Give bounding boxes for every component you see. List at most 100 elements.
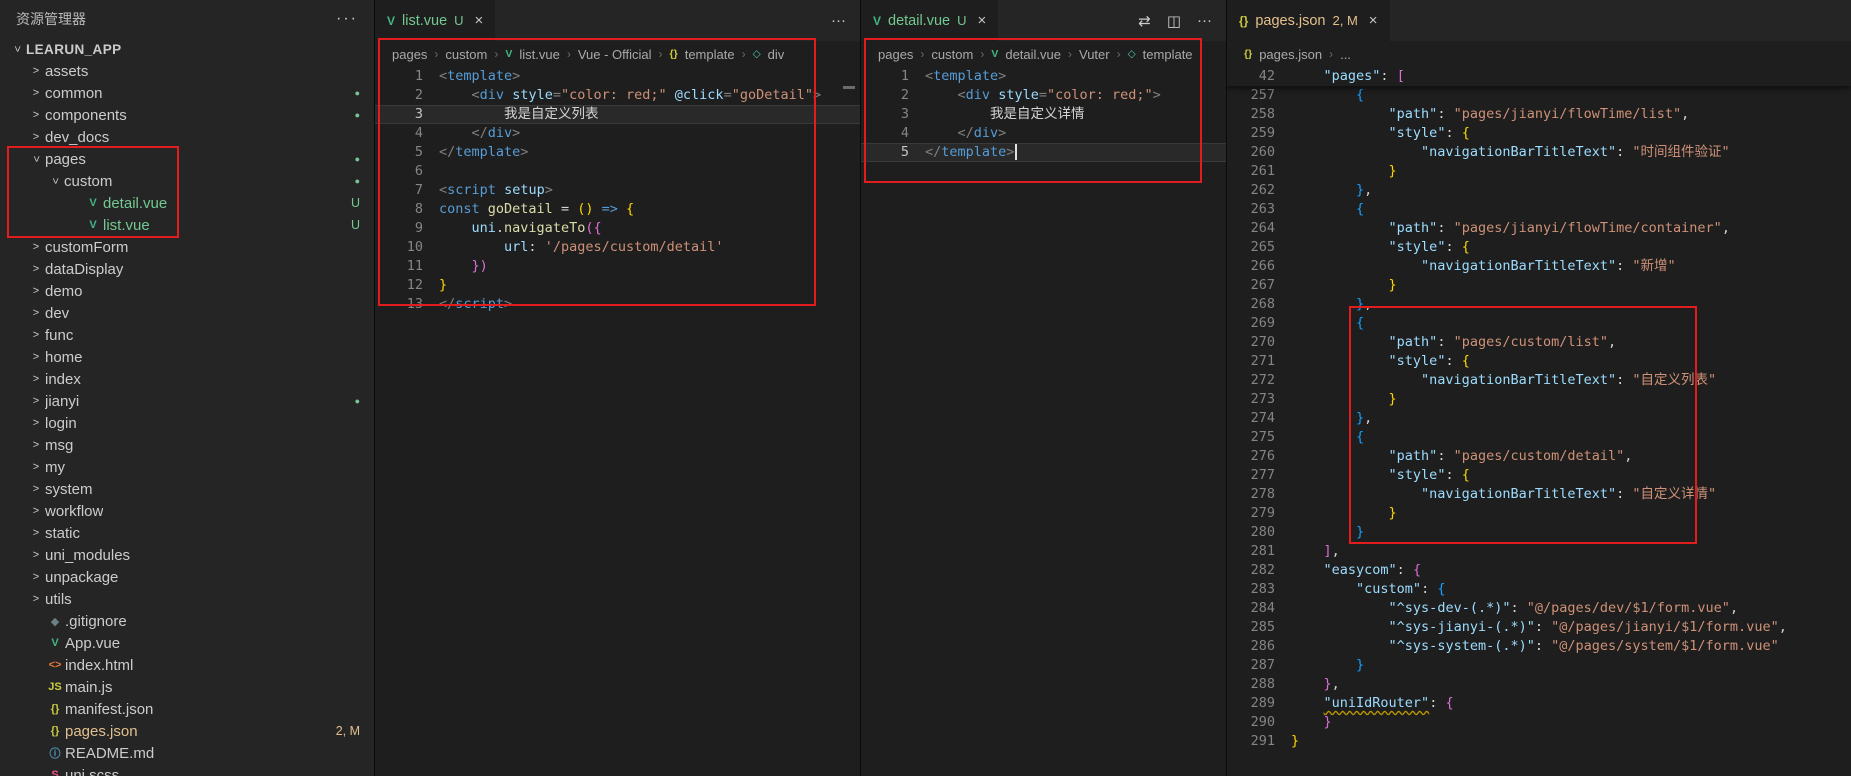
sidebar-item-jianyi[interactable]: >jianyi● — [0, 390, 374, 412]
breadcrumb[interactable]: pages›custom›Vlist.vue›Vue - Official›{}… — [375, 41, 860, 67]
code-line[interactable]: 3 我是自定义详情 — [861, 105, 1226, 124]
sidebar-item-assets[interactable]: >assets — [0, 60, 374, 82]
sidebar-item-datadisplay[interactable]: >dataDisplay — [0, 258, 374, 280]
sidebar-item-app.vue[interactable]: VApp.vue — [0, 632, 374, 654]
code-line[interactable]: 287 } — [1227, 656, 1851, 675]
code-line[interactable]: 8const goDetail = () => { — [375, 200, 860, 219]
code-line[interactable]: 271 "style": { — [1227, 352, 1851, 371]
breadcrumb-item[interactable]: Vuter — [1079, 47, 1110, 62]
code-line[interactable]: 278 "navigationBarTitleText": "自定义详情" — [1227, 485, 1851, 504]
code-line[interactable]: 5</template> — [861, 143, 1226, 162]
breadcrumb-item[interactable]: Vue - Official — [578, 47, 652, 62]
more-actions-icon[interactable]: ··· — [831, 12, 846, 29]
code-line[interactable]: 4 </div> — [375, 124, 860, 143]
code-line[interactable]: 291} — [1227, 732, 1851, 751]
sidebar-item-unpackage[interactable]: >unpackage — [0, 566, 374, 588]
code-line[interactable]: 1<template> — [861, 67, 1226, 86]
sidebar-item-home[interactable]: >home — [0, 346, 374, 368]
sidebar-item-common[interactable]: >common● — [0, 82, 374, 104]
breadcrumb-item[interactable]: template — [1143, 47, 1193, 62]
code-line[interactable]: 258 "path": "pages/jianyi/flowTime/list"… — [1227, 105, 1851, 124]
code-line[interactable]: 7<script setup> — [375, 181, 860, 200]
code-line[interactable]: 280 } — [1227, 523, 1851, 542]
sidebar-root-learun-app[interactable]: >LEARUN_APP — [0, 38, 374, 60]
code-line[interactable]: 275 { — [1227, 428, 1851, 447]
code-line[interactable]: 11 }) — [375, 257, 860, 276]
code-line[interactable]: 1<template> — [375, 67, 860, 86]
breadcrumb-item[interactable]: custom — [931, 47, 973, 62]
code-line[interactable]: 272 "navigationBarTitleText": "自定义列表" — [1227, 371, 1851, 390]
code-line[interactable]: 257 { — [1227, 86, 1851, 105]
sidebar-item-login[interactable]: >login — [0, 412, 374, 434]
code-line[interactable]: 2 <div style="color: red;"> — [861, 86, 1226, 105]
code-line[interactable]: 9 uni.navigateTo({ — [375, 219, 860, 238]
sidebar-item-manifest.json[interactable]: {}manifest.json — [0, 698, 374, 720]
tab-detail-vue[interactable]: Vdetail.vueU× — [861, 0, 999, 41]
sidebar-item-demo[interactable]: >demo — [0, 280, 374, 302]
code-line[interactable]: 279 } — [1227, 504, 1851, 523]
code-line[interactable]: 288 }, — [1227, 675, 1851, 694]
sidebar-item-func[interactable]: >func — [0, 324, 374, 346]
breadcrumb[interactable]: {}pages.json›... — [1227, 41, 1851, 67]
code-editor[interactable]: 1<template>2 <div style="color: red;" @c… — [375, 67, 860, 776]
more-actions-icon[interactable]: ··· — [1197, 12, 1212, 29]
split-editor-icon[interactable]: ◫ — [1167, 12, 1181, 30]
code-line[interactable]: 265 "style": { — [1227, 238, 1851, 257]
code-line[interactable]: 260 "navigationBarTitleText": "时间组件验证" — [1227, 143, 1851, 162]
sidebar-item-.gitignore[interactable]: ◆.gitignore — [0, 610, 374, 632]
code-line[interactable]: 261 } — [1227, 162, 1851, 181]
code-line[interactable]: 2 <div style="color: red;" @click="goDet… — [375, 86, 860, 105]
code-line[interactable]: 5</template> — [375, 143, 860, 162]
code-line[interactable]: 274 }, — [1227, 409, 1851, 428]
breadcrumb-item[interactable]: template — [685, 47, 735, 62]
code-line[interactable]: 284 "^sys-dev-(.*)": "@/pages/dev/$1/for… — [1227, 599, 1851, 618]
code-line[interactable]: 286 "^sys-system-(.*)": "@/pages/system/… — [1227, 637, 1851, 656]
code-editor[interactable]: 42 "pages": [257 {258 "path": "pages/jia… — [1227, 67, 1851, 776]
code-line[interactable]: 289 "uniIdRouter": { — [1227, 694, 1851, 713]
sidebar-item-components[interactable]: >components● — [0, 104, 374, 126]
code-line[interactable]: 270 "path": "pages/custom/list", — [1227, 333, 1851, 352]
code-line[interactable]: 6 — [375, 162, 860, 181]
breadcrumb-item[interactable]: ... — [1340, 47, 1351, 62]
sidebar-item-uni-modules[interactable]: >uni_modules — [0, 544, 374, 566]
code-line[interactable]: 282 "easycom": { — [1227, 561, 1851, 580]
open-changes-icon[interactable]: ⇄ — [1138, 12, 1151, 30]
sidebar-item-index.html[interactable]: <>index.html — [0, 654, 374, 676]
sidebar-item-detail.vue[interactable]: Vdetail.vueU — [0, 192, 374, 214]
breadcrumb-item[interactable]: pages.json — [1259, 47, 1322, 62]
sidebar-item-msg[interactable]: >msg — [0, 434, 374, 456]
code-line[interactable]: 3 我是自定义列表 — [375, 105, 860, 124]
sidebar-item-readme.md[interactable]: ⓘREADME.md — [0, 742, 374, 764]
close-icon[interactable]: × — [977, 12, 986, 29]
sidebar-item-customform[interactable]: >customForm — [0, 236, 374, 258]
code-line[interactable]: 268 }, — [1227, 295, 1851, 314]
breadcrumb-item[interactable]: pages — [878, 47, 913, 62]
code-editor[interactable]: 1<template>2 <div style="color: red;">3 … — [861, 67, 1226, 776]
sidebar-item-workflow[interactable]: >workflow — [0, 500, 374, 522]
code-line[interactable]: 10 url: '/pages/custom/detail' — [375, 238, 860, 257]
code-line[interactable]: 273 } — [1227, 390, 1851, 409]
sidebar-item-index[interactable]: >index — [0, 368, 374, 390]
sidebar-item-uni.scss[interactable]: Suni.scss — [0, 764, 374, 776]
code-line[interactable]: 42 "pages": [ — [1227, 67, 1851, 86]
more-actions-icon[interactable]: ··· — [336, 10, 358, 28]
breadcrumb-item[interactable]: div — [768, 47, 785, 62]
breadcrumb-item[interactable]: list.vue — [519, 47, 559, 62]
code-line[interactable]: 290 } — [1227, 713, 1851, 732]
tab-pages-json[interactable]: {}pages.json2, M× — [1227, 0, 1391, 41]
breadcrumb-item[interactable]: detail.vue — [1005, 47, 1061, 62]
code-line[interactable]: 13</script> — [375, 295, 860, 314]
sidebar-item-pages.json[interactable]: {}pages.json2, M — [0, 720, 374, 742]
sidebar-item-system[interactable]: >system — [0, 478, 374, 500]
code-line[interactable]: 283 "custom": { — [1227, 580, 1851, 599]
sidebar-item-my[interactable]: >my — [0, 456, 374, 478]
code-line[interactable]: 276 "path": "pages/custom/detail", — [1227, 447, 1851, 466]
sidebar-item-list.vue[interactable]: Vlist.vueU — [0, 214, 374, 236]
code-line[interactable]: 4 </div> — [861, 124, 1226, 143]
tab-list-vue[interactable]: Vlist.vueU× — [375, 0, 496, 41]
code-line[interactable]: 269 { — [1227, 314, 1851, 333]
sidebar-item-utils[interactable]: >utils — [0, 588, 374, 610]
sidebar-item-dev[interactable]: >dev — [0, 302, 374, 324]
sidebar-item-custom[interactable]: >custom● — [0, 170, 374, 192]
sidebar-item-dev-docs[interactable]: >dev_docs — [0, 126, 374, 148]
